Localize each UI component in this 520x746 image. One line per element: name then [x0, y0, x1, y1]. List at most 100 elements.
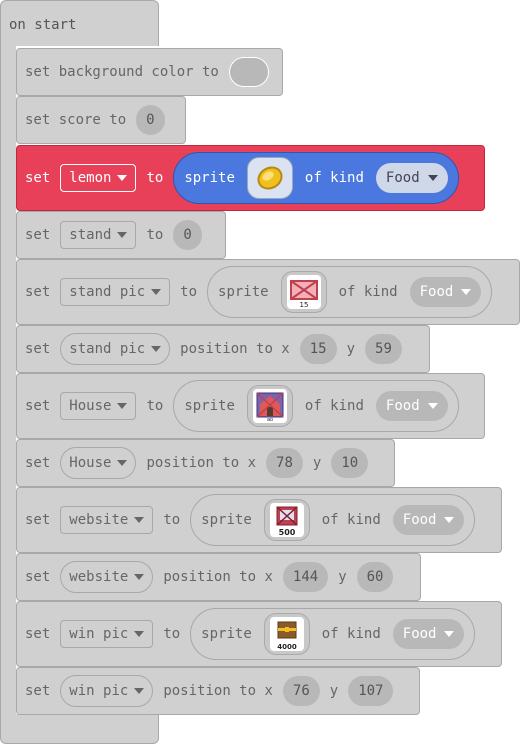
variable-name: lemon: [69, 170, 112, 186]
sprite-of-kind-block[interactable]: sprite 4000 of kind Food: [190, 608, 476, 660]
to-keyword: to: [180, 284, 198, 300]
variable-dropdown-house[interactable]: House: [60, 447, 137, 479]
win-pic-icon: 4000: [269, 617, 304, 651]
set-website-sprite-block[interactable]: set website to sprite 500 of kind Food: [16, 487, 502, 553]
y-keyword: y: [346, 341, 356, 357]
set-website-position-block[interactable]: set website position to x 144 y 60: [16, 553, 421, 601]
of-kind-keyword: of kind: [304, 398, 364, 414]
variable-dropdown-lemon[interactable]: lemon: [60, 164, 137, 192]
variable-name: House: [69, 455, 112, 471]
kind-dropdown[interactable]: Food: [392, 505, 465, 535]
block-label: set background color to: [25, 64, 219, 80]
x-value[interactable]: 15: [299, 334, 337, 364]
stand-pic-icon: 15: [286, 275, 321, 309]
y-value[interactable]: 59: [365, 334, 402, 364]
y-value[interactable]: 107: [348, 676, 394, 706]
to-keyword: to: [146, 398, 164, 414]
set-keyword: set: [25, 512, 51, 528]
variable-dropdown-house[interactable]: House: [60, 392, 137, 420]
caret-down-icon: [134, 574, 145, 580]
kind-label: Food: [385, 170, 420, 186]
to-keyword: to: [146, 170, 164, 186]
kind-dropdown[interactable]: Food: [375, 391, 448, 421]
sprite-image-picker[interactable]: [246, 157, 293, 199]
set-win-pic-position-block[interactable]: set win pic position to x 76 y 107: [16, 667, 420, 715]
x-value[interactable]: 78: [266, 448, 303, 478]
score-value[interactable]: 0: [136, 105, 165, 135]
sprite-image-picker[interactable]: 500: [263, 499, 310, 541]
sprite-of-kind-block[interactable]: sprite ao of kind Food: [173, 380, 459, 432]
on-start-foot: [0, 714, 159, 744]
kind-dropdown[interactable]: Food: [392, 619, 465, 649]
set-stand-pic-position-block[interactable]: set stand pic position to x 15 y 59: [16, 325, 430, 373]
svg-text:15: 15: [299, 301, 308, 308]
caret-down-icon: [117, 403, 128, 409]
stand-value[interactable]: 0: [173, 220, 202, 250]
set-background-color-block[interactable]: set background color to: [16, 48, 283, 96]
set-stand-block[interactable]: set stand to 0: [16, 211, 226, 259]
variable-dropdown-stand-pic[interactable]: stand pic: [60, 278, 171, 306]
kind-label: Food: [402, 512, 437, 528]
position-to-x-keyword: position to x: [163, 569, 273, 585]
set-win-pic-sprite-block[interactable]: set win pic to sprite 4000 of kind Food: [16, 601, 502, 667]
variable-dropdown-stand-pic[interactable]: stand pic: [60, 333, 171, 365]
variable-dropdown-stand[interactable]: stand: [60, 221, 137, 249]
website-icon: 500: [269, 503, 304, 537]
set-score-block[interactable]: set score to 0: [16, 96, 186, 144]
to-keyword: to: [146, 227, 164, 243]
variable-dropdown-win-pic[interactable]: win pic: [60, 675, 154, 707]
sprite-image-picker[interactable]: 15: [280, 271, 327, 313]
kind-label: Food: [385, 398, 420, 414]
sprite-keyword: sprite: [201, 626, 252, 642]
set-stand-pic-sprite-block[interactable]: set stand pic to sprite 15 of kind Food: [16, 259, 520, 325]
caret-down-icon: [151, 289, 162, 295]
variable-dropdown-website[interactable]: website: [60, 506, 154, 534]
caret-down-icon: [151, 346, 162, 352]
x-value[interactable]: 144: [282, 562, 329, 592]
variable-name: website: [69, 569, 129, 585]
of-kind-keyword: of kind: [321, 512, 381, 528]
sprite-keyword: sprite: [184, 398, 235, 414]
kind-dropdown[interactable]: Food: [375, 163, 448, 193]
set-keyword: set: [25, 398, 51, 414]
position-to-x-keyword: position to x: [163, 683, 273, 699]
on-start-hat-block[interactable]: on start: [0, 0, 159, 46]
y-value[interactable]: 60: [356, 562, 394, 592]
caret-down-icon: [461, 289, 472, 295]
block-label: set score to: [25, 112, 127, 128]
lemon-icon: [257, 166, 283, 190]
caret-down-icon: [117, 232, 128, 238]
variable-dropdown-website[interactable]: website: [60, 561, 154, 593]
sprite-keyword: sprite: [184, 170, 235, 186]
house-icon: ao: [252, 389, 287, 423]
caret-down-icon: [427, 175, 438, 181]
set-keyword: set: [25, 569, 51, 585]
of-kind-keyword: of kind: [321, 626, 381, 642]
set-lemon-sprite-block[interactable]: set lemon to sprite of kind Food: [16, 145, 485, 211]
variable-name: stand pic: [69, 341, 146, 357]
set-keyword: set: [25, 683, 51, 699]
kind-dropdown[interactable]: Food: [409, 277, 482, 307]
color-swatch[interactable]: [228, 57, 269, 87]
set-house-sprite-block[interactable]: set House to sprite ao of kind Food: [16, 373, 485, 439]
variable-name: win pic: [69, 683, 129, 699]
variable-dropdown-win-pic[interactable]: win pic: [60, 620, 154, 648]
sprite-of-kind-block[interactable]: sprite of kind Food: [173, 152, 459, 204]
caret-down-icon: [117, 175, 128, 181]
set-house-position-block[interactable]: set House position to x 78 y 10: [16, 439, 395, 487]
sprite-of-kind-block[interactable]: sprite 500 of kind Food: [190, 494, 476, 546]
set-keyword: set: [25, 341, 51, 357]
set-keyword: set: [25, 284, 51, 300]
caret-down-icon: [134, 517, 145, 523]
to-keyword: to: [163, 512, 181, 528]
sprite-of-kind-block[interactable]: sprite 15 of kind Food: [207, 266, 493, 318]
position-to-x-keyword: position to x: [180, 341, 290, 357]
sprite-keyword: sprite: [218, 284, 269, 300]
sprite-keyword: sprite: [201, 512, 252, 528]
x-value[interactable]: 76: [282, 676, 320, 706]
set-keyword: set: [25, 170, 51, 186]
sprite-image-picker[interactable]: 4000: [263, 613, 310, 655]
y-value[interactable]: 10: [331, 448, 369, 478]
sprite-image-picker[interactable]: ao: [246, 385, 293, 427]
on-start-label: on start: [9, 17, 77, 33]
